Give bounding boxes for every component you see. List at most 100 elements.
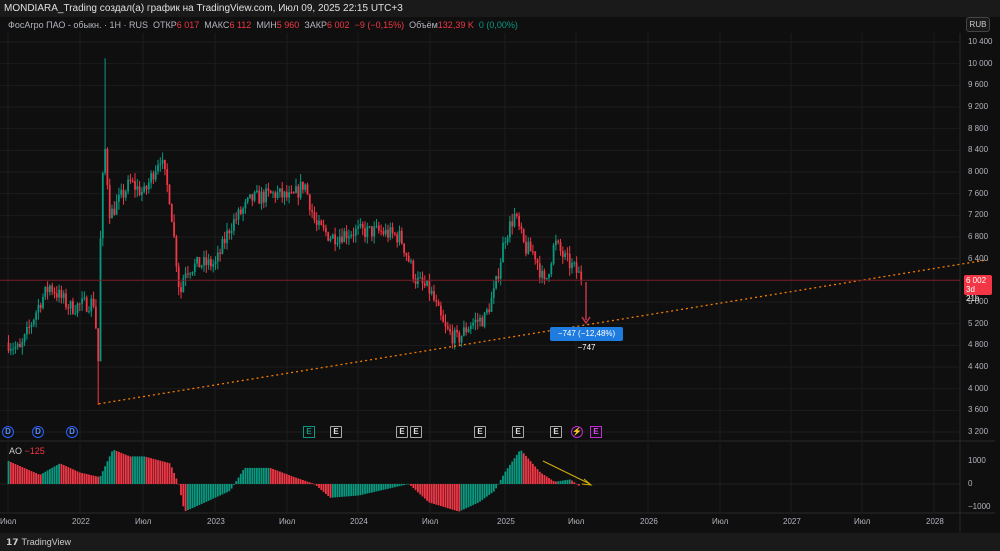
dividend-marker[interactable]: D [66, 426, 78, 438]
ao-bar [39, 474, 42, 484]
earnings-marker[interactable]: E [590, 426, 602, 438]
ao-bar [373, 484, 376, 492]
ao-bar [189, 484, 192, 510]
ao-bar [568, 479, 571, 484]
ao-bar [352, 484, 355, 496]
ao-bar [497, 484, 500, 485]
candle-body [341, 236, 343, 243]
price-chart[interactable] [0, 0, 1000, 551]
ao-bar [170, 467, 173, 484]
earnings-marker[interactable]: E [330, 426, 342, 438]
candle-body [440, 305, 442, 316]
ao-bar [502, 475, 504, 484]
ao-bar [329, 484, 332, 498]
ao-bar [141, 456, 143, 484]
candle-body [260, 191, 263, 204]
candle-body [113, 208, 116, 215]
candle-body [543, 270, 546, 280]
price-tick: 8 000 [968, 167, 989, 176]
ao-bar [313, 483, 316, 485]
ao-bar [522, 453, 525, 484]
candle-body [550, 263, 553, 275]
ao-bar [239, 473, 242, 484]
ao-bar [375, 484, 378, 492]
candle-body [95, 306, 97, 329]
earnings-marker[interactable]: E [512, 426, 524, 438]
candle-body [272, 192, 274, 194]
ao-bar [315, 484, 318, 486]
ao-bar [518, 451, 520, 484]
ao-bar [299, 479, 302, 484]
ao-bar [331, 484, 334, 498]
ao-bar [253, 467, 256, 484]
candle-body [161, 159, 164, 164]
candle-body [7, 342, 10, 351]
candle-body [23, 334, 26, 343]
dividend-marker[interactable]: D [2, 426, 14, 438]
candle-body [235, 219, 238, 221]
candle-body [223, 238, 226, 244]
measure-label[interactable]: −747 (−12,48%) −747 [550, 327, 623, 352]
ao-legend[interactable]: AO −125 [9, 446, 45, 456]
candle-body [214, 261, 217, 265]
candle-body [26, 326, 28, 335]
candle-body [389, 227, 392, 238]
candle-body [32, 319, 35, 325]
candle-body [299, 181, 302, 198]
candle-body [564, 253, 566, 257]
ao-bar [479, 484, 481, 502]
earnings-marker[interactable]: E [474, 426, 486, 438]
close-value: 6 002 [327, 20, 350, 30]
ao-bar [214, 484, 217, 498]
candle-body [575, 262, 578, 273]
candle-body [230, 230, 233, 234]
split-icon[interactable]: ⚡ [571, 426, 583, 438]
candle-body [499, 262, 502, 279]
ao-bar [552, 480, 555, 484]
candle-body [37, 304, 40, 313]
candle-body [561, 250, 564, 257]
ao-bar [7, 461, 10, 484]
candle-body [16, 344, 19, 347]
candle-body [302, 181, 304, 190]
candle-body [325, 227, 327, 233]
candle-body [141, 191, 143, 195]
ao-bar [525, 455, 527, 484]
earnings-marker[interactable]: E [410, 426, 422, 438]
ao-bar [467, 484, 470, 508]
ao-bar [343, 484, 346, 497]
ao-bar [205, 484, 208, 502]
price-tick: 3 600 [968, 405, 989, 415]
ao-bar [421, 484, 424, 497]
ao-bar [157, 460, 159, 484]
dividend-marker[interactable]: D [32, 426, 44, 438]
brand-name: TradingView [21, 537, 72, 547]
candle-body [51, 285, 54, 292]
currency-button[interactable]: RUB [966, 17, 990, 32]
ao-bar [111, 451, 113, 484]
candle-body [72, 301, 74, 314]
earnings-marker[interactable]: E [396, 426, 408, 438]
earnings-marker[interactable]: E [550, 426, 562, 438]
ao-bar [348, 484, 350, 497]
ao-bar [322, 484, 325, 492]
candle-body [313, 212, 316, 221]
ao-bar [104, 466, 106, 484]
price-tick: 8 800 [968, 123, 989, 133]
price-tick: 5 200 [968, 318, 989, 328]
ao-bar [265, 467, 267, 484]
ao-bar [543, 475, 546, 484]
candle-body [44, 286, 47, 297]
ao-bar [357, 484, 359, 496]
candle-body [573, 262, 576, 264]
candle-body [435, 300, 438, 302]
ao-bar [134, 456, 136, 484]
ao-bar [382, 484, 385, 490]
ao-bar [244, 467, 247, 484]
candle-body [99, 238, 102, 362]
earnings-marker[interactable]: E [303, 426, 315, 438]
ao-bar [308, 482, 311, 484]
candle-body [343, 231, 346, 243]
candle-body [256, 190, 258, 192]
ao-tick: −1000 [968, 502, 991, 511]
